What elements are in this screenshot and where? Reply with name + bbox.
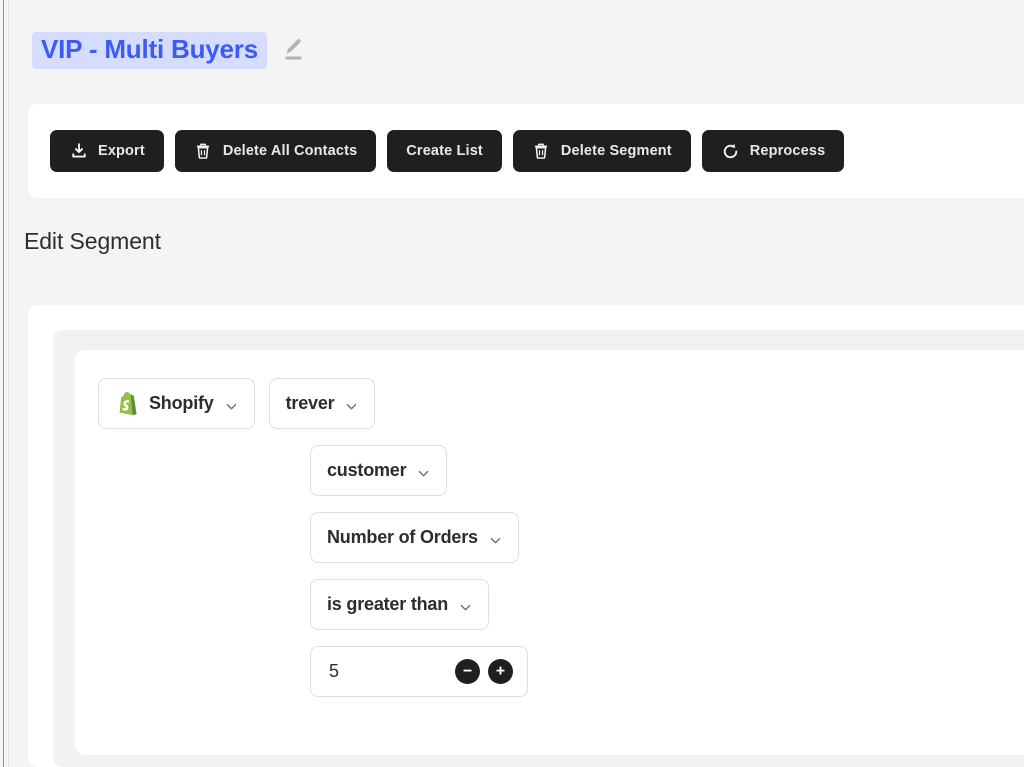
field-dropdown[interactable]: Number of Orders xyxy=(310,512,519,563)
shopify-icon xyxy=(115,391,140,417)
rule-row: Shopify trever xyxy=(98,378,998,429)
refresh-icon xyxy=(721,142,740,161)
value-input[interactable] xyxy=(329,661,439,682)
condition-group-panel: Shopify trever customer Number of Orders… xyxy=(53,330,1024,767)
data-source-label: Shopify xyxy=(149,393,214,413)
condition-rule-card: Shopify trever customer Number of Orders… xyxy=(75,350,1024,755)
trash-icon xyxy=(194,142,213,161)
object-label: customer xyxy=(327,460,407,480)
page-title: VIP - Multi Buyers xyxy=(32,31,267,70)
field-label: Number of Orders xyxy=(327,527,478,547)
export-button[interactable]: Export xyxy=(50,130,164,172)
left-edge-rule-secondary xyxy=(8,0,9,767)
operator-dropdown[interactable]: is greater than xyxy=(310,579,490,630)
reprocess-button[interactable]: Reprocess xyxy=(701,130,845,172)
delete-all-contacts-label: Delete All Contacts xyxy=(222,143,358,159)
title-wrap: VIP - Multi Buyers xyxy=(32,31,305,70)
account-label: trever xyxy=(285,393,335,413)
chevron-down-icon xyxy=(417,464,430,477)
create-list-button[interactable]: Create List xyxy=(387,130,502,172)
account-dropdown[interactable]: trever xyxy=(268,378,376,429)
chevron-down-icon xyxy=(489,531,502,544)
download-icon xyxy=(69,142,88,161)
trash-icon xyxy=(532,142,551,161)
rule-row: customer xyxy=(98,445,998,496)
segment-actions-toolbar: Export Delete All Contacts Create List D… xyxy=(28,104,1024,198)
chevron-down-icon xyxy=(225,397,238,410)
pencil-icon[interactable] xyxy=(281,36,305,64)
chevron-down-icon xyxy=(345,397,358,410)
toolbar-card: Export Delete All Contacts Create List D… xyxy=(28,104,1024,198)
plus-icon xyxy=(493,663,508,681)
delete-segment-button[interactable]: Delete Segment xyxy=(512,130,691,172)
create-list-label: Create List xyxy=(406,143,483,159)
segment-builder-card: Shopify trever customer Number of Orders… xyxy=(28,305,1024,767)
object-dropdown[interactable]: customer xyxy=(310,445,448,496)
rule-row: is greater than xyxy=(98,579,998,630)
delete-all-contacts-button[interactable]: Delete All Contacts xyxy=(174,130,377,172)
data-source-dropdown[interactable]: Shopify xyxy=(98,378,255,429)
chevron-down-icon xyxy=(459,598,472,611)
rule-row xyxy=(98,646,998,697)
export-button-label: Export xyxy=(98,143,145,159)
condition-rows: Shopify trever customer Number of Orders… xyxy=(98,378,998,713)
page-header: VIP - Multi Buyers xyxy=(10,0,1024,101)
reprocess-label: Reprocess xyxy=(749,143,826,159)
segment-editor-page: VIP - Multi Buyers Export Delete All Con… xyxy=(0,0,1024,767)
delete-segment-label: Delete Segment xyxy=(560,143,672,159)
increment-button[interactable] xyxy=(488,659,513,684)
left-edge-rule xyxy=(3,0,4,767)
decrement-button[interactable] xyxy=(455,659,480,684)
section-heading: Edit Segment xyxy=(24,228,161,254)
operator-label: is greater than xyxy=(327,594,449,614)
stepper-buttons xyxy=(455,659,513,684)
minus-icon xyxy=(460,663,475,681)
rule-row: Number of Orders xyxy=(98,512,998,563)
value-stepper[interactable] xyxy=(310,646,528,697)
